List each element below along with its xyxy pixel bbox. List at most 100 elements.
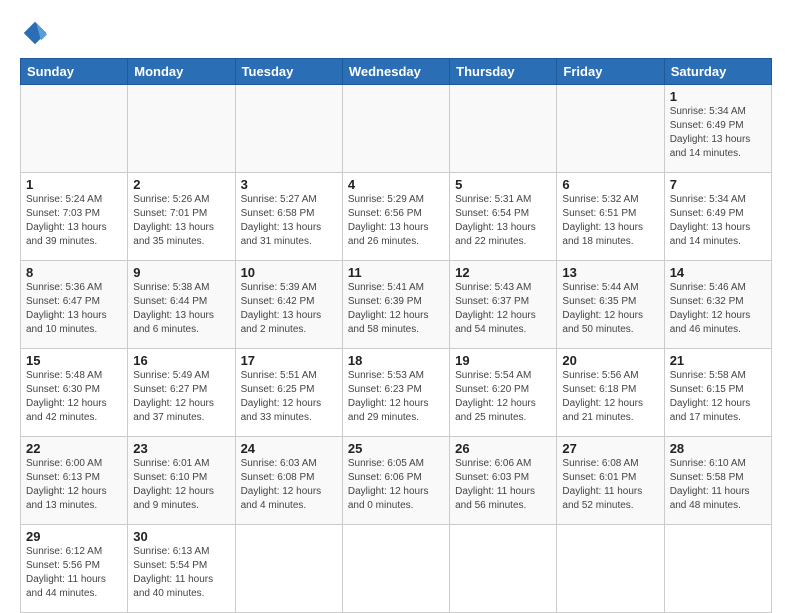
day-cell: 13Sunrise: 5:44 AMSunset: 6:35 PMDayligh…	[557, 261, 664, 349]
day-number: 17	[241, 353, 337, 368]
week-row-0: 1Sunrise: 5:34 AMSunset: 6:49 PMDaylight…	[21, 85, 772, 173]
header-cell-friday: Friday	[557, 59, 664, 85]
day-cell: 23Sunrise: 6:01 AMSunset: 6:10 PMDayligh…	[128, 437, 235, 525]
logo	[20, 18, 54, 48]
day-number: 13	[562, 265, 658, 280]
day-number: 8	[26, 265, 122, 280]
day-info: Sunrise: 6:10 AMSunset: 5:58 PMDaylight:…	[670, 457, 766, 513]
day-cell: 14Sunrise: 5:46 AMSunset: 6:32 PMDayligh…	[664, 261, 771, 349]
day-cell	[235, 525, 342, 613]
page: SundayMondayTuesdayWednesdayThursdayFrid…	[0, 0, 792, 612]
day-cell: 3Sunrise: 5:27 AMSunset: 6:58 PMDaylight…	[235, 173, 342, 261]
calendar: SundayMondayTuesdayWednesdayThursdayFrid…	[20, 58, 772, 613]
day-number: 2	[133, 177, 229, 192]
header-cell-thursday: Thursday	[450, 59, 557, 85]
day-cell: 8Sunrise: 5:36 AMSunset: 6:47 PMDaylight…	[21, 261, 128, 349]
day-number: 6	[562, 177, 658, 192]
day-number: 1	[26, 177, 122, 192]
day-cell: 21Sunrise: 5:58 AMSunset: 6:15 PMDayligh…	[664, 349, 771, 437]
week-row-5: 29Sunrise: 6:12 AMSunset: 5:56 PMDayligh…	[21, 525, 772, 613]
day-info: Sunrise: 5:34 AMSunset: 6:49 PMDaylight:…	[670, 193, 766, 249]
day-info: Sunrise: 5:34 AMSunset: 6:49 PMDaylight:…	[670, 105, 766, 161]
day-info: Sunrise: 5:54 AMSunset: 6:20 PMDaylight:…	[455, 369, 551, 425]
day-cell	[21, 85, 128, 173]
day-cell: 19Sunrise: 5:54 AMSunset: 6:20 PMDayligh…	[450, 349, 557, 437]
day-cell: 30Sunrise: 6:13 AMSunset: 5:54 PMDayligh…	[128, 525, 235, 613]
day-info: Sunrise: 6:01 AMSunset: 6:10 PMDaylight:…	[133, 457, 229, 513]
week-row-1: 1Sunrise: 5:24 AMSunset: 7:03 PMDaylight…	[21, 173, 772, 261]
day-number: 26	[455, 441, 551, 456]
day-info: Sunrise: 5:48 AMSunset: 6:30 PMDaylight:…	[26, 369, 122, 425]
day-number: 18	[348, 353, 444, 368]
day-cell	[557, 85, 664, 173]
day-info: Sunrise: 6:00 AMSunset: 6:13 PMDaylight:…	[26, 457, 122, 513]
day-cell	[557, 525, 664, 613]
day-cell: 1Sunrise: 5:24 AMSunset: 7:03 PMDaylight…	[21, 173, 128, 261]
day-number: 25	[348, 441, 444, 456]
day-number: 30	[133, 529, 229, 544]
day-info: Sunrise: 5:39 AMSunset: 6:42 PMDaylight:…	[241, 281, 337, 337]
day-cell: 18Sunrise: 5:53 AMSunset: 6:23 PMDayligh…	[342, 349, 449, 437]
day-cell: 27Sunrise: 6:08 AMSunset: 6:01 PMDayligh…	[557, 437, 664, 525]
day-cell: 24Sunrise: 6:03 AMSunset: 6:08 PMDayligh…	[235, 437, 342, 525]
day-number: 21	[670, 353, 766, 368]
day-info: Sunrise: 5:58 AMSunset: 6:15 PMDaylight:…	[670, 369, 766, 425]
day-number: 7	[670, 177, 766, 192]
day-info: Sunrise: 5:27 AMSunset: 6:58 PMDaylight:…	[241, 193, 337, 249]
day-cell: 5Sunrise: 5:31 AMSunset: 6:54 PMDaylight…	[450, 173, 557, 261]
day-number: 3	[241, 177, 337, 192]
day-info: Sunrise: 5:32 AMSunset: 6:51 PMDaylight:…	[562, 193, 658, 249]
day-number: 1	[670, 89, 766, 104]
day-cell: 4Sunrise: 5:29 AMSunset: 6:56 PMDaylight…	[342, 173, 449, 261]
day-number: 4	[348, 177, 444, 192]
day-number: 23	[133, 441, 229, 456]
day-number: 28	[670, 441, 766, 456]
header-cell-tuesday: Tuesday	[235, 59, 342, 85]
day-info: Sunrise: 5:26 AMSunset: 7:01 PMDaylight:…	[133, 193, 229, 249]
day-number: 9	[133, 265, 229, 280]
day-cell: 11Sunrise: 5:41 AMSunset: 6:39 PMDayligh…	[342, 261, 449, 349]
day-number: 5	[455, 177, 551, 192]
day-cell	[235, 85, 342, 173]
day-cell: 9Sunrise: 5:38 AMSunset: 6:44 PMDaylight…	[128, 261, 235, 349]
day-cell	[450, 85, 557, 173]
day-cell	[342, 525, 449, 613]
day-info: Sunrise: 5:56 AMSunset: 6:18 PMDaylight:…	[562, 369, 658, 425]
day-cell: 12Sunrise: 5:43 AMSunset: 6:37 PMDayligh…	[450, 261, 557, 349]
day-cell	[664, 525, 771, 613]
day-info: Sunrise: 6:03 AMSunset: 6:08 PMDaylight:…	[241, 457, 337, 513]
day-info: Sunrise: 6:12 AMSunset: 5:56 PMDaylight:…	[26, 545, 122, 601]
day-number: 11	[348, 265, 444, 280]
day-cell: 22Sunrise: 6:00 AMSunset: 6:13 PMDayligh…	[21, 437, 128, 525]
day-info: Sunrise: 6:05 AMSunset: 6:06 PMDaylight:…	[348, 457, 444, 513]
day-info: Sunrise: 5:29 AMSunset: 6:56 PMDaylight:…	[348, 193, 444, 249]
week-row-4: 22Sunrise: 6:00 AMSunset: 6:13 PMDayligh…	[21, 437, 772, 525]
header-cell-monday: Monday	[128, 59, 235, 85]
day-info: Sunrise: 6:06 AMSunset: 6:03 PMDaylight:…	[455, 457, 551, 513]
day-info: Sunrise: 5:44 AMSunset: 6:35 PMDaylight:…	[562, 281, 658, 337]
day-info: Sunrise: 5:31 AMSunset: 6:54 PMDaylight:…	[455, 193, 551, 249]
header-cell-saturday: Saturday	[664, 59, 771, 85]
header-cell-sunday: Sunday	[21, 59, 128, 85]
day-number: 29	[26, 529, 122, 544]
logo-icon	[20, 18, 50, 48]
day-info: Sunrise: 5:43 AMSunset: 6:37 PMDaylight:…	[455, 281, 551, 337]
day-info: Sunrise: 6:08 AMSunset: 6:01 PMDaylight:…	[562, 457, 658, 513]
day-cell	[450, 525, 557, 613]
day-cell: 6Sunrise: 5:32 AMSunset: 6:51 PMDaylight…	[557, 173, 664, 261]
header	[20, 18, 772, 48]
week-row-2: 8Sunrise: 5:36 AMSunset: 6:47 PMDaylight…	[21, 261, 772, 349]
day-cell: 17Sunrise: 5:51 AMSunset: 6:25 PMDayligh…	[235, 349, 342, 437]
day-info: Sunrise: 5:24 AMSunset: 7:03 PMDaylight:…	[26, 193, 122, 249]
day-cell: 29Sunrise: 6:12 AMSunset: 5:56 PMDayligh…	[21, 525, 128, 613]
day-info: Sunrise: 5:51 AMSunset: 6:25 PMDaylight:…	[241, 369, 337, 425]
day-number: 22	[26, 441, 122, 456]
day-number: 14	[670, 265, 766, 280]
day-cell: 10Sunrise: 5:39 AMSunset: 6:42 PMDayligh…	[235, 261, 342, 349]
day-info: Sunrise: 5:36 AMSunset: 6:47 PMDaylight:…	[26, 281, 122, 337]
day-cell: 26Sunrise: 6:06 AMSunset: 6:03 PMDayligh…	[450, 437, 557, 525]
header-row: SundayMondayTuesdayWednesdayThursdayFrid…	[21, 59, 772, 85]
day-number: 24	[241, 441, 337, 456]
day-number: 27	[562, 441, 658, 456]
day-cell: 25Sunrise: 6:05 AMSunset: 6:06 PMDayligh…	[342, 437, 449, 525]
